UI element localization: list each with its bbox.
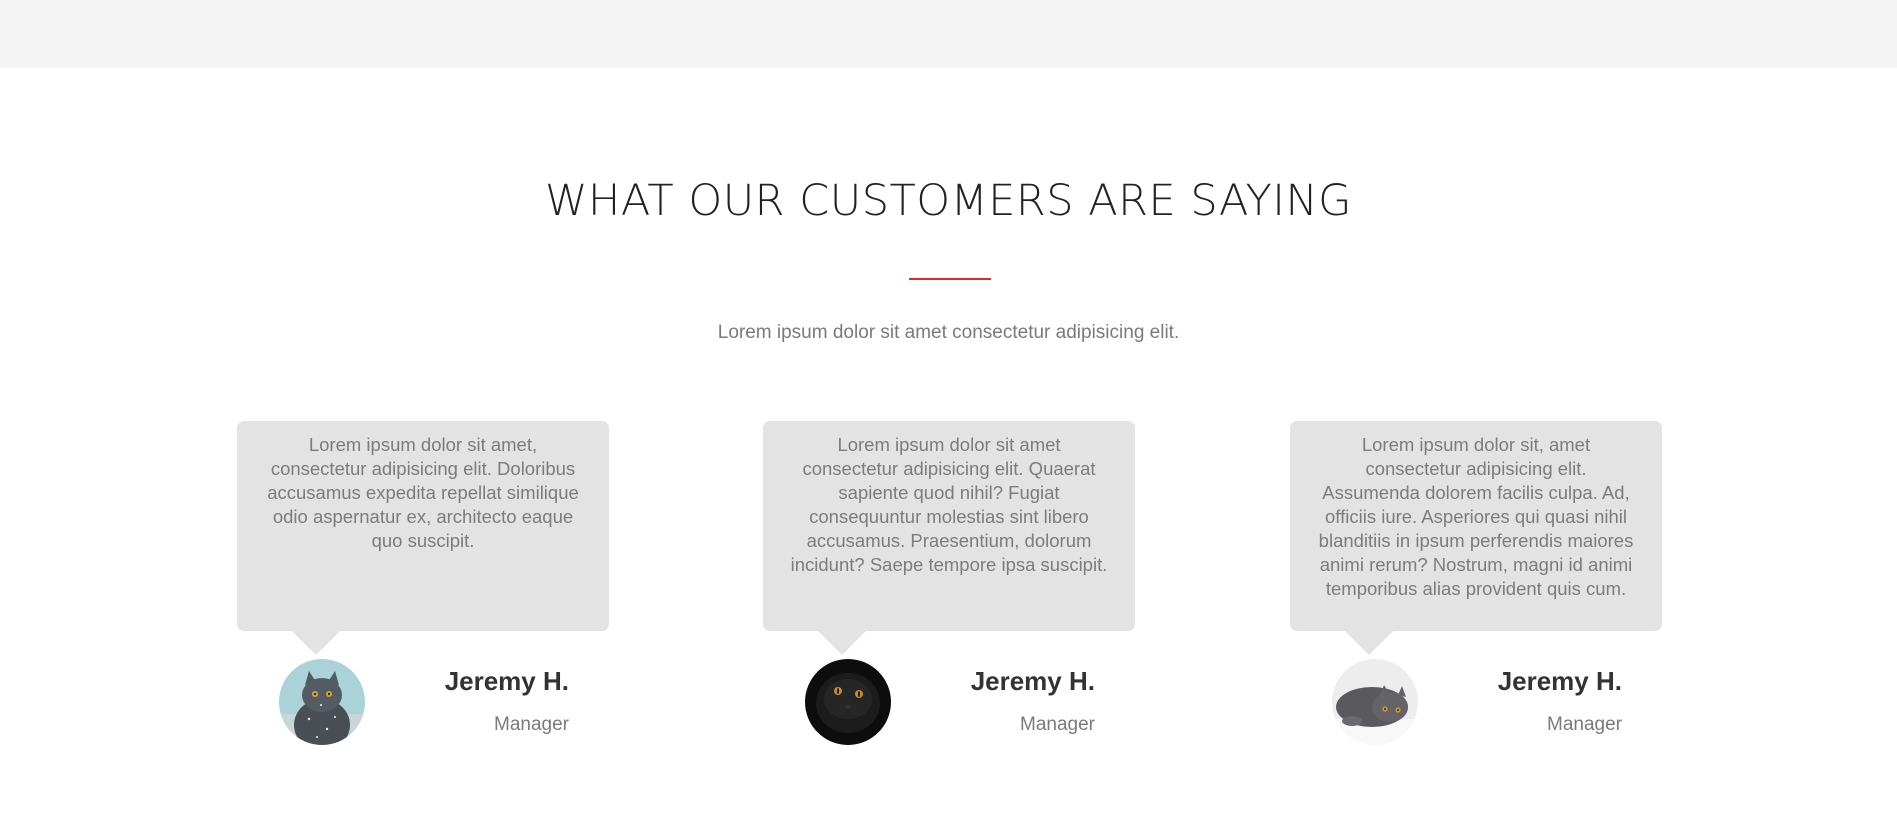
bubble-tail bbox=[1345, 631, 1393, 655]
heading-divider bbox=[909, 278, 991, 280]
cat-photo-snowy-grey bbox=[279, 659, 365, 745]
testimonial-role: Manager bbox=[494, 714, 569, 735]
testimonial-role: Manager bbox=[1020, 714, 1095, 735]
testimonial-quote: Lorem ipsum dolor sit amet, consectetur … bbox=[237, 421, 609, 631]
top-band bbox=[0, 0, 1897, 68]
avatar bbox=[1332, 659, 1418, 745]
testimonial-name: Jeremy H. bbox=[970, 666, 1095, 696]
avatar bbox=[279, 659, 365, 745]
testimonial-role: Manager bbox=[1547, 714, 1622, 735]
cat-photo-black bbox=[805, 659, 891, 745]
bubble-tail bbox=[818, 631, 866, 655]
testimonial-name: Jeremy H. bbox=[444, 666, 569, 696]
section-heading: WHAT OUR CUSTOMERS ARE SAYING bbox=[545, 176, 1352, 226]
bubble-tail bbox=[292, 631, 340, 655]
testimonial-card: Lorem ipsum dolor sit amet, consectetur … bbox=[237, 421, 609, 745]
testimonial-card: Lorem ipsum dolor sit, amet consectetur … bbox=[1290, 421, 1662, 745]
testimonial-quote: Lorem ipsum dolor sit, amet consectetur … bbox=[1290, 421, 1662, 631]
section-subtitle: Lorem ipsum dolor sit amet consectetur a… bbox=[717, 322, 1180, 343]
testimonial-name: Jeremy H. bbox=[1497, 666, 1622, 696]
cat-photo-grey-lying bbox=[1332, 659, 1418, 745]
testimonial-quote: Lorem ipsum dolor sit amet consectetur a… bbox=[763, 421, 1135, 631]
testimonial-card: Lorem ipsum dolor sit amet consectetur a… bbox=[763, 421, 1135, 745]
avatar bbox=[805, 659, 891, 745]
